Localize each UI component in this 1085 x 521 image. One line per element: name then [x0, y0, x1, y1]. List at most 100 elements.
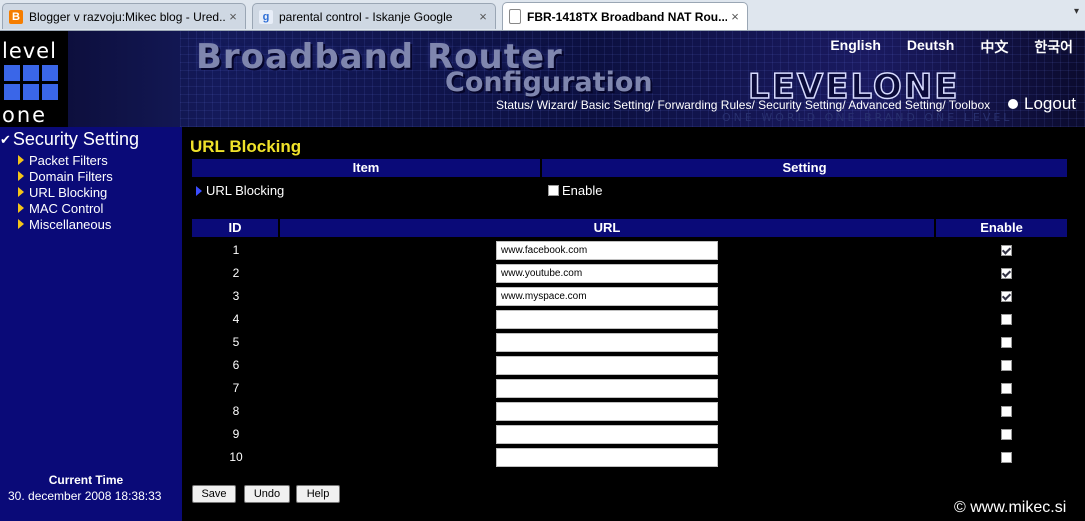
row-enable-checkbox[interactable]	[1001, 268, 1012, 279]
help-button[interactable]: Help	[296, 485, 340, 503]
row-id: 8	[232, 404, 240, 418]
sidebar-section-title[interactable]: ✔ Security Setting	[0, 129, 139, 150]
bullet-icon	[1008, 99, 1018, 109]
current-time-label: Current Time	[48, 473, 124, 487]
table-row: 3 www.myspace.com	[192, 285, 1077, 307]
undo-button[interactable]: Undo	[244, 485, 290, 503]
row-id: 2	[232, 266, 240, 280]
row-id: 1	[232, 243, 240, 257]
sidebar-item-label: Miscellaneous	[29, 216, 112, 232]
nav-security-setting[interactable]: Security Setting	[758, 98, 842, 112]
url-input[interactable]: www.myspace.com	[496, 287, 718, 306]
row-enable-checkbox[interactable]	[1001, 291, 1012, 302]
url-input[interactable]	[496, 448, 718, 467]
arrow-right-icon	[18, 219, 24, 229]
logout-link[interactable]: Logout	[1008, 94, 1076, 114]
nav-basic-setting[interactable]: Basic Setting	[581, 98, 651, 112]
browser-tab-router[interactable]: FBR-1418TX Broadband NAT Rou... ×	[502, 2, 748, 30]
url-blocking-label: URL Blocking	[206, 183, 285, 198]
browser-tab-blogger[interactable]: B Blogger v razvoju:Mikec blog - Ured...…	[2, 3, 246, 29]
checkmark-icon: ✔	[0, 131, 11, 147]
arrow-right-icon	[18, 155, 24, 165]
id-column-header: ID	[192, 219, 278, 237]
url-input[interactable]	[496, 425, 718, 444]
language-selector: English Deutsh 中文 한국어	[830, 37, 1073, 57]
banner-subtitle: Configuration	[445, 67, 653, 98]
nav-forwarding-rules[interactable]: Forwarding Rules	[657, 98, 751, 112]
lang-english-link[interactable]: English	[830, 37, 881, 57]
url-blocking-row: URL Blocking	[196, 183, 284, 198]
logo-text-top: level	[2, 39, 57, 63]
main-content: URL Blocking Item Setting URL Blocking E…	[182, 127, 1085, 521]
blogger-icon: B	[9, 9, 23, 24]
table-row: 1 www.facebook.com	[192, 239, 1077, 261]
top-navigation: Status/ Wizard/ Basic Setting/ Forwardin…	[496, 98, 991, 112]
sidebar-item-label: Domain Filters	[29, 168, 113, 184]
sidebar: ✔ Security Setting Packet Filters Domain…	[0, 127, 182, 521]
url-blocking-enable-checkbox[interactable]	[548, 185, 559, 196]
sidebar-item-label: Packet Filters	[29, 152, 108, 168]
row-id: 4	[232, 312, 240, 326]
save-button[interactable]: Save	[192, 485, 236, 503]
row-id: 9	[232, 427, 240, 441]
url-column-header: URL	[280, 219, 934, 237]
arrow-right-icon	[18, 187, 24, 197]
close-icon[interactable]: ×	[475, 9, 491, 24]
tab-title: parental control - Iskanje Google	[279, 9, 453, 24]
table-row: 10	[192, 446, 1077, 468]
url-input[interactable]: www.youtube.com	[496, 264, 718, 283]
nav-toolbox[interactable]: Toolbox	[949, 98, 990, 112]
arrow-right-icon	[18, 171, 24, 181]
tab-title: FBR-1418TX Broadband NAT Rou...	[527, 9, 727, 24]
logo-squares-icon	[4, 65, 60, 103]
sidebar-item-miscellaneous[interactable]: Miscellaneous	[18, 216, 113, 232]
row-enable-checkbox[interactable]	[1001, 314, 1012, 325]
url-input[interactable]	[496, 356, 718, 375]
nav-wizard[interactable]: Wizard	[537, 98, 574, 112]
close-icon[interactable]: ×	[727, 9, 743, 24]
row-enable-checkbox[interactable]	[1001, 245, 1012, 256]
lang-deutsch-link[interactable]: Deutsh	[907, 37, 954, 57]
url-blocking-enable[interactable]: Enable	[548, 183, 602, 198]
row-enable-checkbox[interactable]	[1001, 452, 1012, 463]
tab-menu-icon[interactable]: ▾	[1074, 6, 1079, 17]
sidebar-title-label: Security Setting	[12, 129, 139, 149]
row-enable-checkbox[interactable]	[1001, 406, 1012, 417]
url-input[interactable]	[496, 310, 718, 329]
lang-chinese-link[interactable]: 中文	[980, 37, 1008, 57]
sidebar-item-mac-control[interactable]: MAC Control	[18, 200, 113, 216]
page-icon	[509, 9, 521, 24]
arrow-right-icon	[196, 185, 202, 196]
table-row: 4	[192, 308, 1077, 330]
setting-column-header: Setting	[542, 159, 1067, 177]
logo-text-bottom: one	[2, 103, 48, 127]
google-icon: g	[259, 9, 273, 24]
close-icon[interactable]: ×	[225, 9, 241, 24]
table-row: 6	[192, 354, 1077, 376]
url-input[interactable]	[496, 379, 718, 398]
page-title: URL Blocking	[190, 137, 302, 156]
nav-status[interactable]: Status	[496, 98, 530, 112]
url-input[interactable]	[496, 333, 718, 352]
sidebar-item-domain-filters[interactable]: Domain Filters	[18, 168, 113, 184]
enable-label: Enable	[562, 183, 603, 198]
row-enable-checkbox[interactable]	[1001, 429, 1012, 440]
row-enable-checkbox[interactable]	[1001, 337, 1012, 348]
current-time-value: 30. december 2008 18:38:33	[8, 489, 162, 503]
enable-column-header: Enable	[936, 219, 1067, 237]
nav-advanced-setting[interactable]: Advanced Setting	[848, 98, 942, 112]
url-input[interactable]	[496, 402, 718, 421]
sidebar-item-packet-filters[interactable]: Packet Filters	[18, 152, 113, 168]
browser-tab-google[interactable]: g parental control - Iskanje Google ×	[252, 3, 496, 29]
lang-korean-link[interactable]: 한국어	[1034, 37, 1073, 57]
row-enable-checkbox[interactable]	[1001, 383, 1012, 394]
url-input[interactable]: www.facebook.com	[496, 241, 718, 260]
table-row: 5	[192, 331, 1077, 353]
sidebar-menu: Packet Filters Domain Filters URL Blocki…	[18, 152, 113, 232]
logout-label: Logout	[1024, 94, 1076, 113]
sidebar-item-label: URL Blocking	[29, 184, 108, 200]
row-id: 6	[232, 358, 240, 372]
tab-title: Blogger v razvoju:Mikec blog - Ured...	[29, 9, 225, 24]
row-enable-checkbox[interactable]	[1001, 360, 1012, 371]
sidebar-item-url-blocking[interactable]: URL Blocking	[18, 184, 113, 200]
